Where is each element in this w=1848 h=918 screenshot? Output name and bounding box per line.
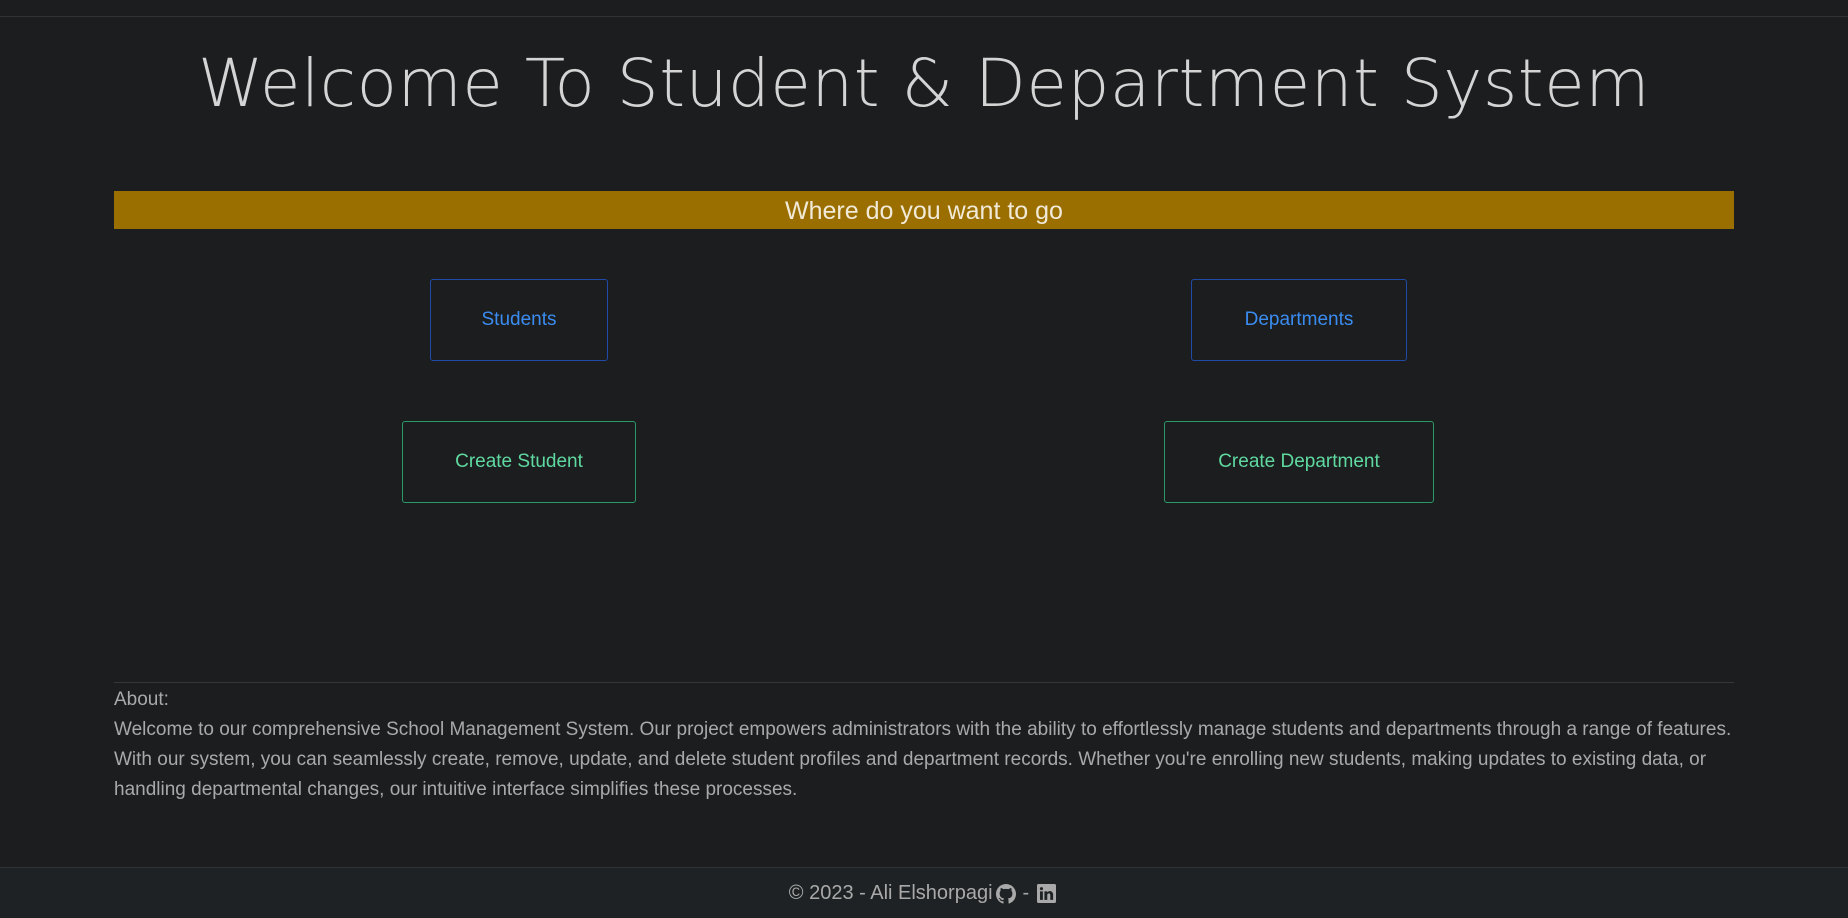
footer-copyright: © 2023 - Ali Elshorpagi: [788, 882, 993, 904]
footer-separator: -: [1022, 882, 1030, 904]
students-button[interactable]: Students: [430, 279, 608, 361]
about-divider: [114, 682, 1734, 683]
page-title: Welcome To Student & Department System: [197, 45, 1651, 122]
create-student-button[interactable]: Create Student: [402, 421, 636, 503]
footer: © 2023 - Ali Elshorpagi -: [0, 867, 1848, 918]
create-department-button[interactable]: Create Department: [1164, 421, 1434, 503]
page: Welcome To Student & Department System W…: [0, 0, 1848, 918]
departments-button[interactable]: Departments: [1191, 279, 1407, 361]
top-navbar-strip: [0, 0, 1848, 17]
linkedin-icon[interactable]: [1035, 883, 1057, 905]
about-description: Welcome to our comprehensive School Mana…: [114, 719, 1732, 800]
navigation-banner: Where do you want to go: [114, 191, 1734, 229]
about-heading: About:: [114, 689, 169, 710]
github-icon[interactable]: [995, 883, 1017, 905]
